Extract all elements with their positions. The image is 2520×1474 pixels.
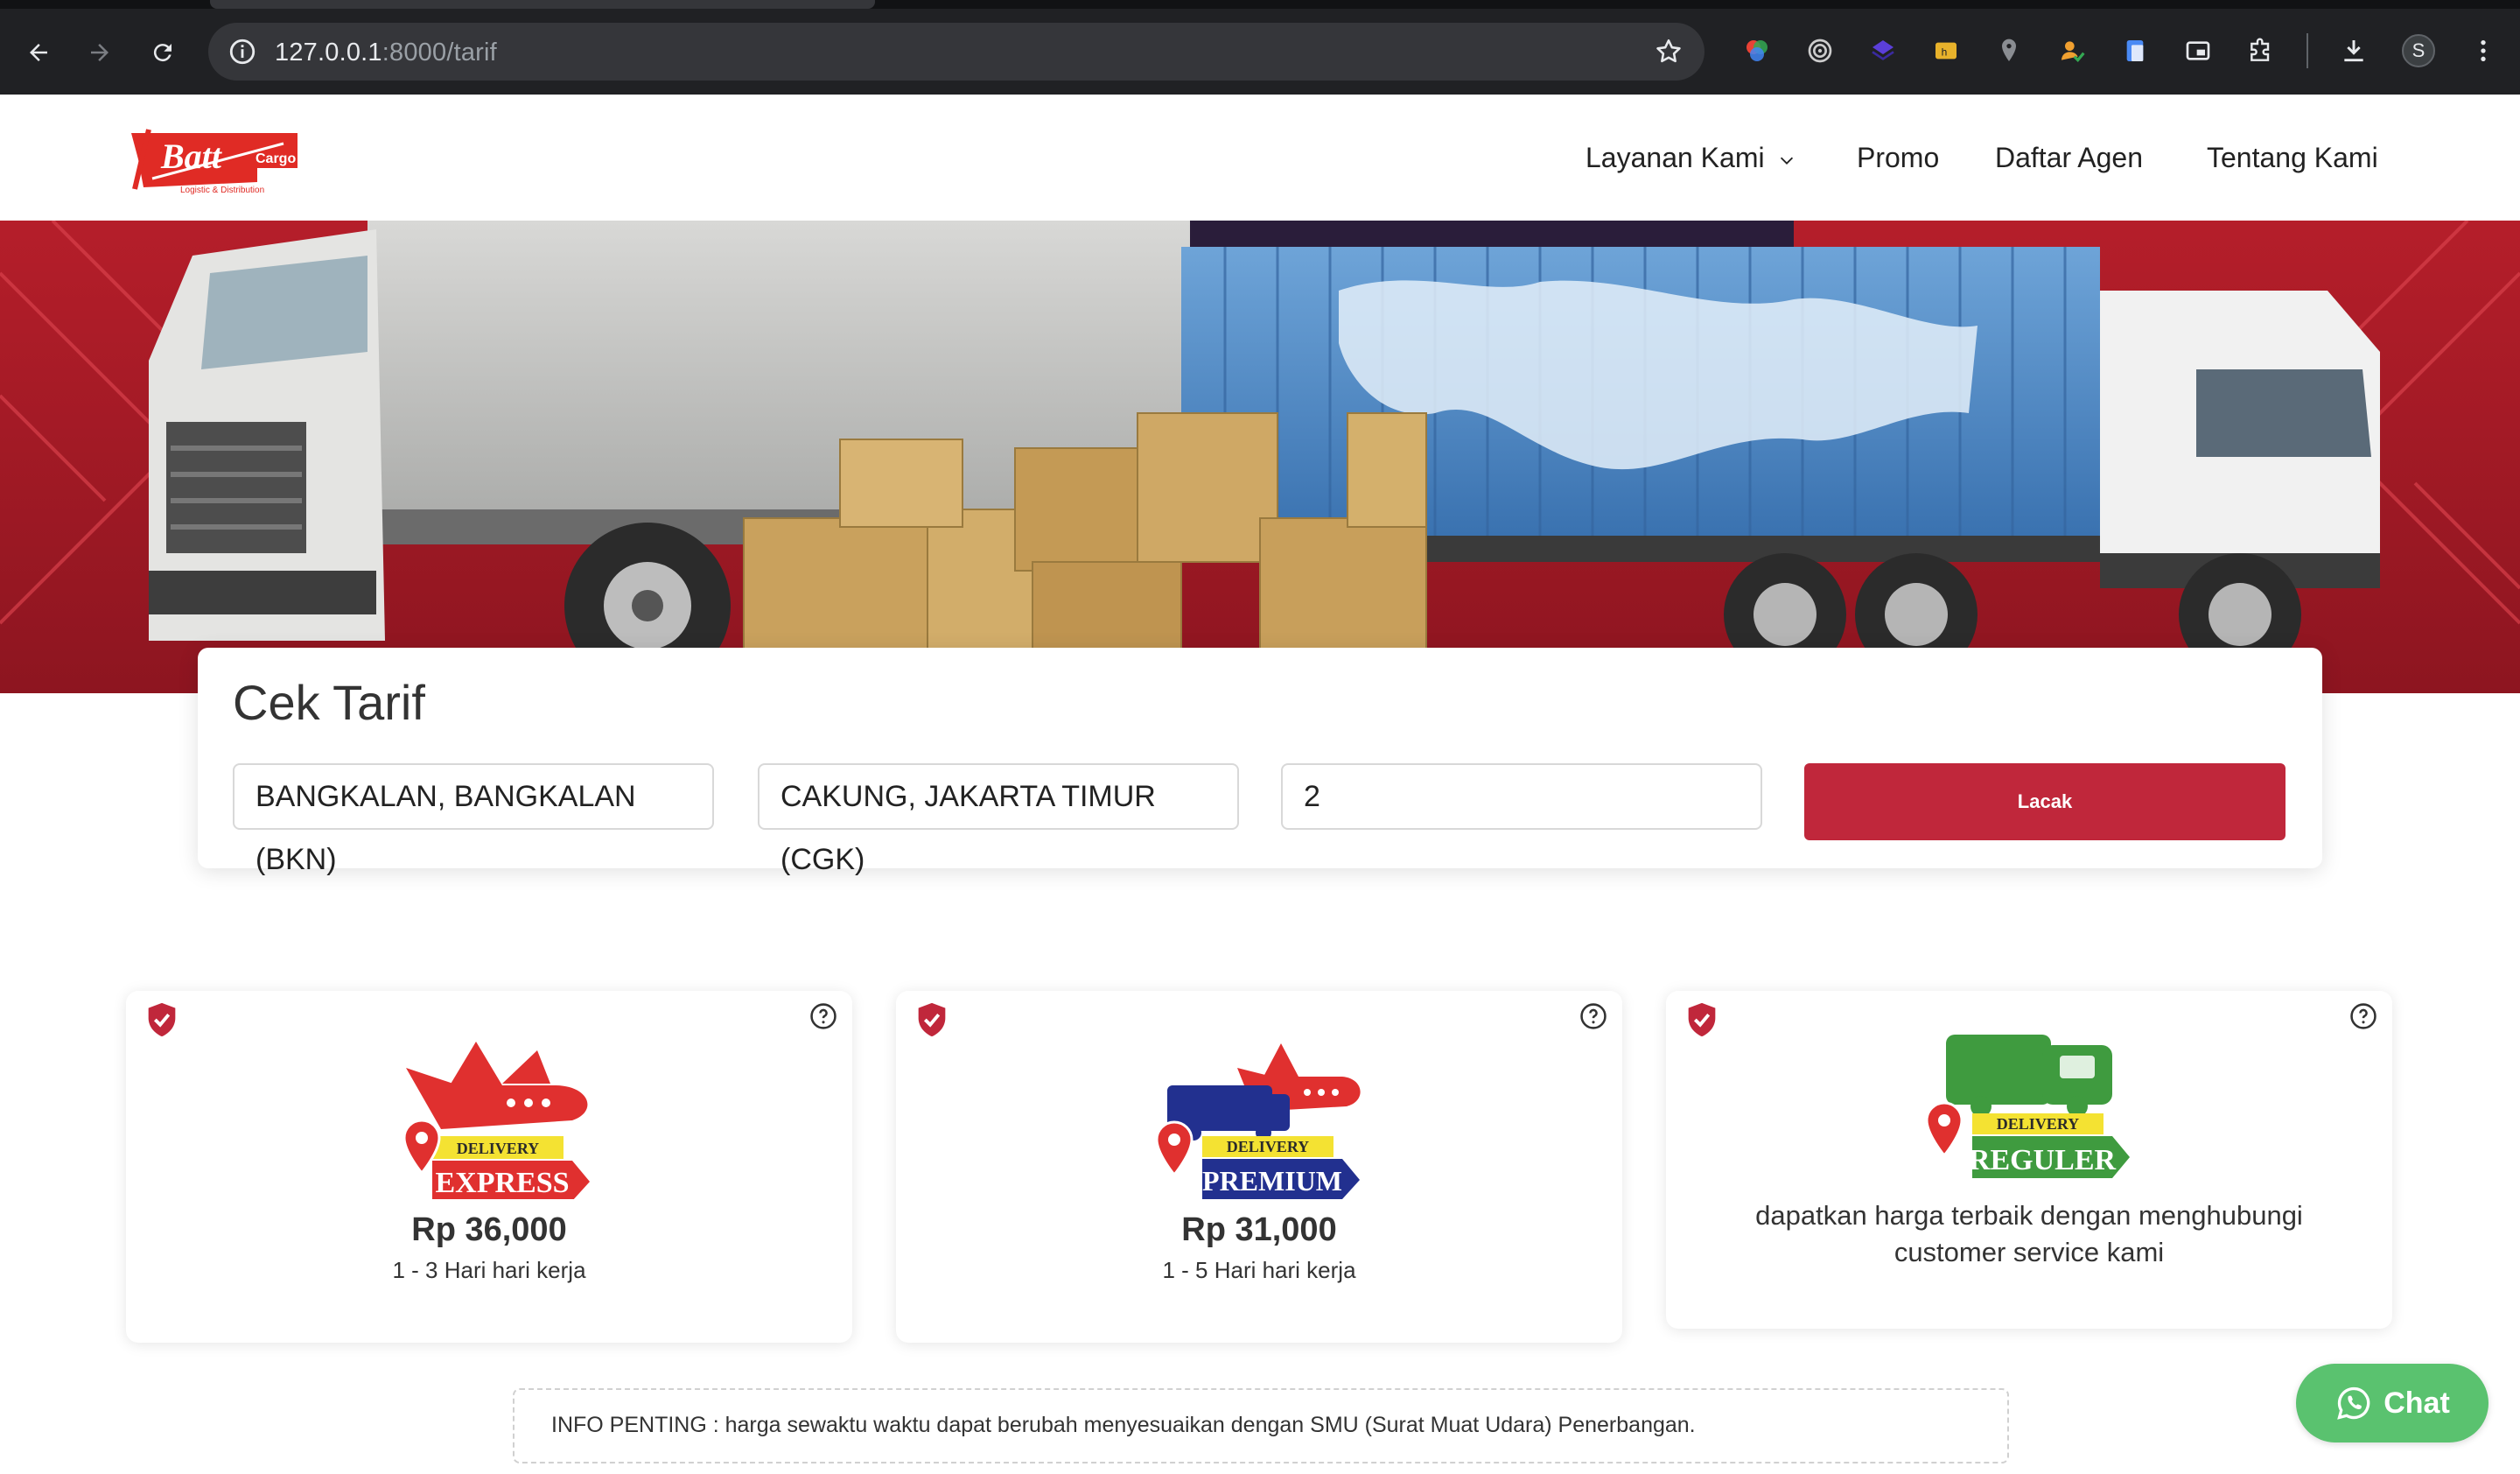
express-eta: 1 - 3 Hari hari kerja (392, 1257, 586, 1283)
help-circle-icon[interactable] (1578, 1001, 1608, 1031)
toolbar-divider (2306, 33, 2308, 68)
url-text: 127.0.0.1:8000/tarif (275, 39, 497, 67)
chat-label: Chat (2384, 1386, 2450, 1420)
color-extension-icon[interactable] (1741, 35, 1773, 67)
window-extension-icon[interactable] (2182, 35, 2214, 67)
folder-extension-icon[interactable]: h (1930, 35, 1962, 67)
nav-tentang-kami[interactable]: Tentang Kami (2207, 142, 2378, 174)
svg-text:DELIVERY: DELIVERY (1227, 1138, 1309, 1155)
site-header: Batt Cargo Logistic & Distribution Layan… (0, 95, 2520, 221)
svg-text:Logistic & Distribution: Logistic & Distribution (180, 186, 264, 194)
svg-text:Cargo: Cargo (256, 151, 296, 166)
svg-text:EXPRESS: EXPRESS (435, 1167, 569, 1199)
nav-promo[interactable]: Promo (1857, 142, 1939, 174)
cek-tarif-card: Cek Tarif BANGKALAN, BANGKALAN (BKN) CAK… (198, 648, 2322, 876)
reguler-badge-logo: DELIVERY REGULER (1920, 1026, 2138, 1183)
premium-price: Rp 31,000 (1181, 1211, 1337, 1248)
profile-avatar[interactable]: S (2401, 33, 2436, 68)
svg-text:PREMIUM: PREMIUM (1202, 1165, 1342, 1197)
nav-daftar-agen[interactable]: Daftar Agen (1995, 142, 2143, 174)
cek-tarif-title: Cek Tarif (233, 675, 425, 730)
person-extension-icon[interactable] (2056, 35, 2088, 67)
info-penting-box: INFO PENTING : harga sewaktu waktu dapat… (513, 1388, 2009, 1463)
origin-field[interactable]: BANGKALAN, BANGKALAN (BKN) (233, 763, 714, 876)
lacak-button[interactable]: Lacak (1804, 763, 2286, 840)
layers-extension-icon[interactable] (1867, 35, 1899, 67)
tab-strip (0, 0, 2520, 9)
help-circle-icon[interactable] (2348, 1001, 2378, 1031)
destination-field[interactable]: CAKUNG, JAKARTA TIMUR (CGK) (758, 763, 1239, 876)
reguler-note: dapatkan harga terbaik dengan menghubung… (1755, 1200, 2303, 1267)
svg-text:Batt: Batt (160, 137, 223, 176)
browser-toolbar: 127.0.0.1:8000/tarif h S (0, 0, 2520, 95)
back-icon[interactable] (19, 33, 58, 72)
active-tab[interactable] (210, 0, 875, 9)
puzzle-extensions-icon[interactable] (2245, 35, 2277, 67)
site-info-icon[interactable] (228, 37, 257, 67)
whatsapp-icon (2337, 1386, 2370, 1420)
download-icon[interactable] (2338, 35, 2370, 67)
svg-text:h: h (1942, 46, 1948, 58)
location-pin-icon[interactable] (1993, 35, 2025, 67)
whatsapp-chat-button[interactable]: Chat (2296, 1364, 2488, 1442)
nav-layanan-kami[interactable]: Layanan Kami (1586, 142, 1796, 174)
shield-check-icon (1682, 1000, 1722, 1040)
premium-badge-logo: DELIVERY PREMIUM (1150, 1033, 1368, 1199)
docs-extension-icon[interactable] (2119, 35, 2151, 67)
svg-text:REGULER: REGULER (1969, 1144, 2117, 1176)
express-price: Rp 36,000 (411, 1211, 567, 1248)
svg-text:DELIVERY: DELIVERY (457, 1140, 539, 1157)
reload-icon[interactable] (144, 33, 182, 72)
service-card-reguler[interactable]: DELIVERY REGULER dapatkan harga terbaik … (1666, 991, 2392, 1329)
service-card-premium[interactable]: DELIVERY PREMIUM Rp 31,000 1 - 5 Hari ha… (896, 991, 1622, 1343)
help-circle-icon[interactable] (808, 1001, 838, 1031)
bookmark-star-icon[interactable] (1654, 37, 1684, 67)
nav-layanan-kami-label: Layanan Kami (1586, 142, 1765, 173)
target-extension-icon[interactable] (1804, 35, 1836, 67)
kebab-menu-icon[interactable] (2468, 35, 2499, 67)
shield-check-icon (912, 1000, 952, 1040)
address-bar[interactable]: 127.0.0.1:8000/tarif (208, 23, 1704, 81)
forward-icon[interactable] (80, 33, 119, 72)
svg-text:DELIVERY: DELIVERY (1997, 1115, 2079, 1133)
premium-eta: 1 - 5 Hari hari kerja (1162, 1257, 1356, 1283)
hero-banner (0, 221, 2520, 693)
shield-check-icon (142, 1000, 182, 1040)
service-card-express[interactable]: DELIVERY EXPRESS Rp 36,000 1 - 3 Hari ha… (126, 991, 852, 1343)
chevron-down-icon (1781, 157, 1794, 165)
batt-cargo-logo[interactable]: Batt Cargo Logistic & Distribution (126, 124, 301, 195)
express-badge-logo: DELIVERY EXPRESS (380, 1033, 598, 1201)
weight-field[interactable]: 2 (1281, 763, 1762, 830)
